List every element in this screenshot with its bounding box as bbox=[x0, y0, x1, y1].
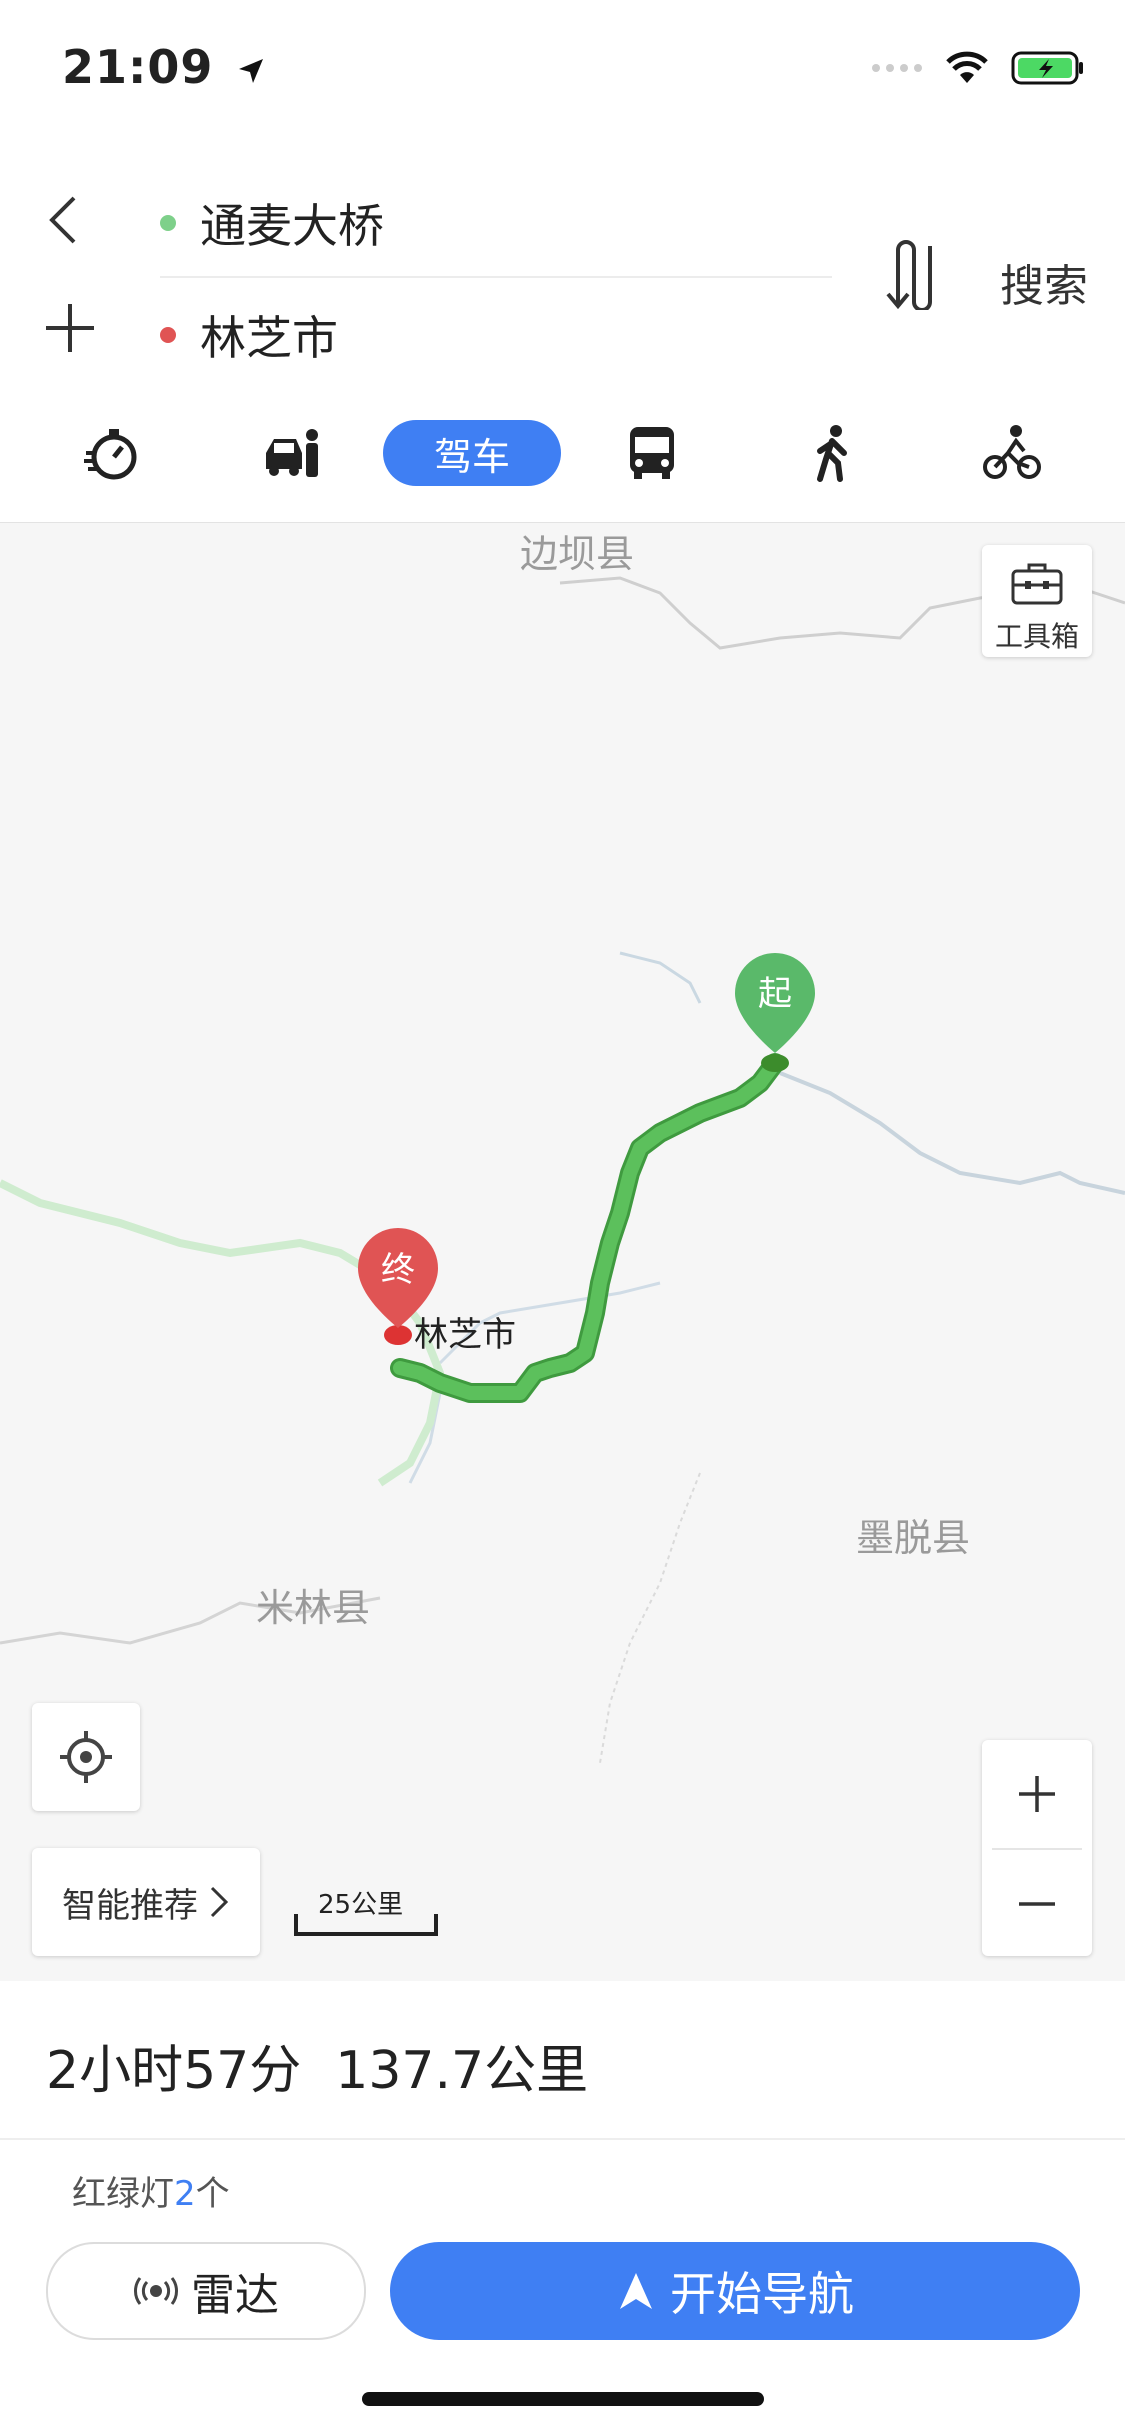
timer-icon bbox=[84, 429, 137, 480]
map-label-nyingchi: 林芝市 bbox=[414, 1315, 516, 1355]
duration-text: 2小时57分 bbox=[46, 2041, 302, 2101]
radar-icon bbox=[133, 2277, 179, 2305]
locate-button[interactable] bbox=[32, 1703, 140, 1811]
back-button[interactable] bbox=[40, 190, 90, 250]
recommend-label: 智能推荐 bbox=[62, 1885, 198, 1926]
tab-fastest[interactable] bbox=[82, 420, 142, 486]
tab-bus[interactable] bbox=[622, 420, 682, 486]
swap-icon bbox=[886, 240, 932, 312]
start-pin-label: 起 bbox=[758, 974, 792, 1014]
location-arrow-icon bbox=[239, 58, 264, 83]
traffic-lights-count: 2 bbox=[174, 2174, 196, 2214]
search-button[interactable]: 搜索 bbox=[1000, 250, 1088, 314]
summary-divider bbox=[0, 2138, 1125, 2140]
end-pin-label: 终 bbox=[381, 1250, 415, 1290]
route-summary[interactable]: 2小时57分 137.7公里 bbox=[46, 2028, 588, 2103]
locate-icon bbox=[60, 1731, 112, 1783]
minus-icon bbox=[1019, 1902, 1055, 1906]
radar-label: 雷达 bbox=[191, 2270, 279, 2321]
tab-drive[interactable]: 驾车 bbox=[383, 420, 561, 486]
toolbox-button[interactable]: 工具箱 bbox=[982, 545, 1092, 657]
swap-button[interactable] bbox=[880, 240, 940, 312]
walk-icon bbox=[817, 425, 847, 482]
toolbox-icon bbox=[1011, 563, 1063, 605]
battery-icon bbox=[1011, 51, 1083, 85]
bike-icon bbox=[983, 425, 1041, 479]
scale-bar bbox=[294, 1914, 438, 1936]
home-indicator[interactable] bbox=[362, 2392, 764, 2406]
traffic-lights-suffix: 个 bbox=[195, 2174, 230, 2214]
origin-field[interactable]: 通麦大桥 bbox=[160, 190, 384, 256]
start-navigation-button[interactable]: 开始导航 bbox=[390, 2242, 1080, 2340]
tab-walk[interactable] bbox=[802, 420, 862, 486]
tab-bike[interactable] bbox=[982, 420, 1042, 486]
field-divider bbox=[160, 276, 832, 278]
map-view[interactable]: 起 终 边坝县 墨脱县 米林县 林芝市 bbox=[0, 522, 1125, 1981]
zoom-in-button[interactable] bbox=[982, 1740, 1092, 1848]
wifi-icon bbox=[946, 51, 988, 83]
traffic-lights-info: 红绿灯2个 bbox=[72, 2166, 230, 2215]
plus-icon bbox=[46, 304, 94, 352]
smart-recommend-button[interactable]: 智能推荐 bbox=[32, 1848, 260, 1956]
radar-button[interactable]: 雷达 bbox=[46, 2242, 366, 2340]
add-waypoint-button[interactable] bbox=[44, 302, 96, 354]
toolbox-label: 工具箱 bbox=[994, 620, 1079, 653]
status-time: 21:09 bbox=[62, 40, 266, 94]
destination-dot bbox=[160, 327, 176, 343]
chevron-left-icon bbox=[49, 196, 76, 244]
chevron-right-icon bbox=[210, 1886, 229, 1918]
tab-drive-label: 驾车 bbox=[433, 434, 510, 479]
distance-text: 137.7公里 bbox=[335, 2041, 589, 2101]
bus-icon bbox=[630, 427, 674, 479]
signal-icon bbox=[872, 64, 922, 72]
traffic-lights-prefix: 红绿灯 bbox=[72, 2174, 174, 2214]
taxi-icon bbox=[266, 429, 318, 477]
map-canvas: 起 终 bbox=[0, 576, 1125, 1764]
tab-taxi[interactable] bbox=[262, 420, 322, 486]
origin-text: 通麦大桥 bbox=[200, 199, 384, 253]
map-label-bianba: 边坝县 bbox=[520, 532, 635, 576]
plus-icon bbox=[1019, 1776, 1055, 1812]
destination-text: 林芝市 bbox=[200, 311, 338, 365]
destination-field[interactable]: 林芝市 bbox=[160, 302, 338, 368]
navigation-arrow-icon bbox=[620, 2273, 652, 2309]
status-indicators bbox=[871, 48, 1085, 88]
navigate-label: 开始导航 bbox=[670, 2267, 854, 2321]
zoom-out-button[interactable] bbox=[982, 1850, 1092, 1958]
map-label-medog: 墨脱县 bbox=[856, 1516, 971, 1560]
time-text: 21:09 bbox=[62, 40, 214, 94]
map-label-mainling: 米林县 bbox=[256, 1586, 371, 1630]
origin-dot bbox=[160, 215, 176, 231]
zoom-control bbox=[982, 1740, 1092, 1956]
